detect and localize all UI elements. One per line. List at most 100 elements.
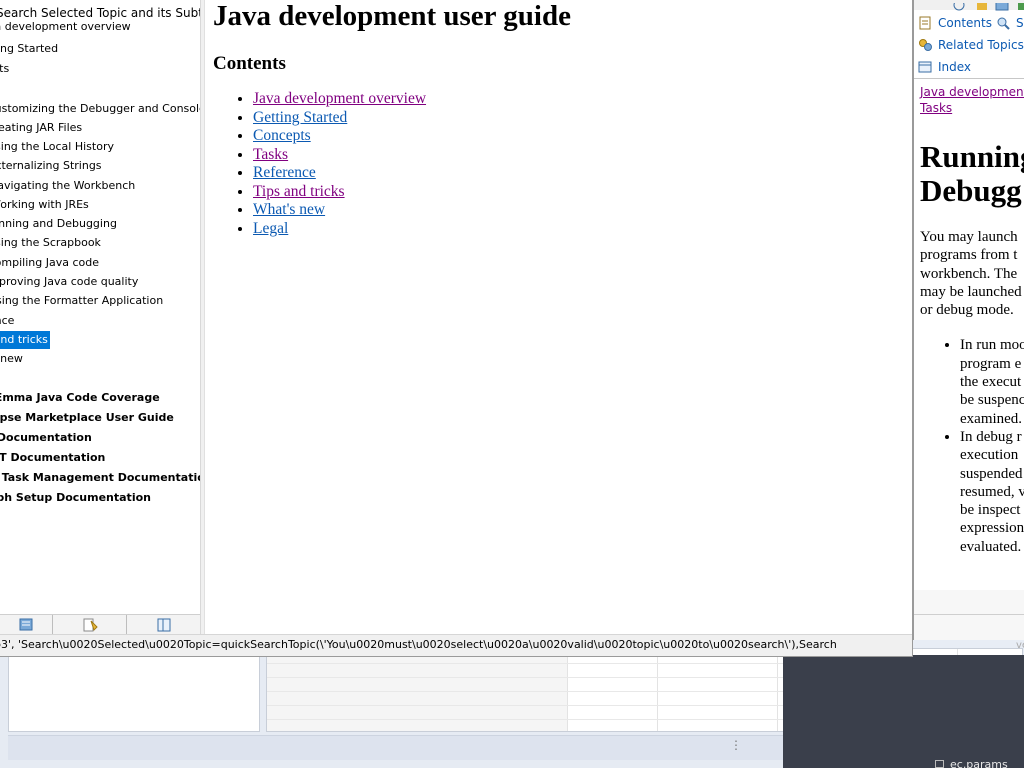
contents-link[interactable]: Reference bbox=[253, 164, 316, 181]
intro-line: programs from t bbox=[920, 247, 1018, 264]
secondary-related-topics-label: Related Topics bbox=[938, 38, 1024, 52]
toc-item[interactable]: Java development overview bbox=[0, 18, 131, 36]
toolbar-icons bbox=[953, 0, 1024, 11]
bullet-line: In run moo bbox=[960, 337, 1024, 354]
page-title: Java development user guide bbox=[213, 0, 571, 32]
toc-item[interactable]: Running and Debugging bbox=[0, 215, 117, 233]
secondary-title-line: Running bbox=[920, 139, 1024, 174]
breadcrumb-link[interactable]: Java development u bbox=[920, 84, 1024, 100]
secondary-title-line: Debugg bbox=[920, 173, 1022, 208]
contents-link[interactable]: Tasks bbox=[253, 146, 288, 163]
toc-item[interactable]: Git Documentation bbox=[0, 429, 92, 447]
secondary-bullet-list: In run mooprogram ethe executbe suspence… bbox=[960, 336, 1024, 556]
toc-item[interactable]: Eclipse Marketplace User Guide bbox=[0, 409, 174, 427]
toc-item[interactable]: What's new bbox=[0, 350, 23, 368]
secondary-toolbar bbox=[914, 0, 1024, 11]
intro-line: You may launch bbox=[920, 229, 1018, 245]
toc-item[interactable]: Getting Started bbox=[0, 40, 58, 58]
background-status-strip bbox=[8, 735, 783, 760]
help-window-secondary: Contents Se Related Topics Index Java de… bbox=[913, 0, 1024, 590]
secondary-page-title: Running Debugg bbox=[920, 140, 1024, 208]
content-pane: Java development user guide Contents Jav… bbox=[205, 0, 912, 634]
toc-item-selected[interactable]: Tips and tricks bbox=[0, 331, 50, 349]
secondary-index-label: Index bbox=[938, 60, 972, 74]
contents-link[interactable]: Tips and tricks bbox=[253, 183, 345, 200]
toc-item[interactable]: Improving Java code quality bbox=[0, 273, 138, 291]
toc-item[interactable]: Reference bbox=[0, 312, 14, 330]
contents-list-item: Tips and tricks bbox=[253, 183, 912, 202]
resize-handle[interactable]: ⋮ bbox=[730, 738, 742, 752]
contents-list-item: Concepts bbox=[253, 127, 912, 146]
contents-link[interactable]: Legal bbox=[253, 220, 288, 237]
contents-link[interactable]: Getting Started bbox=[253, 109, 347, 126]
secondary-lower-pane bbox=[913, 590, 1024, 640]
bullet-line: be suspenc bbox=[960, 392, 1024, 409]
tree-node-icon bbox=[935, 760, 944, 768]
contents-list-item: Getting Started bbox=[253, 109, 912, 128]
secondary-intro-paragraph: You may launch programs from t workbench. … bbox=[920, 228, 1024, 319]
toc-tab-bar bbox=[0, 614, 200, 634]
contents-list-item: What's new bbox=[253, 201, 912, 220]
secondary-divider bbox=[914, 78, 1024, 79]
toc-pane: Search Selected Topic and its Subtopics … bbox=[0, 0, 201, 634]
secondary-content: Java development u Tasks Running Debugg … bbox=[920, 84, 1024, 556]
contents-tab-icon bbox=[19, 618, 33, 631]
toc-item[interactable]: Compiling Java code bbox=[0, 254, 99, 272]
toc-item[interactable]: Concepts bbox=[0, 60, 9, 78]
toc-item[interactable]: Using the Scrapbook bbox=[0, 234, 101, 252]
bullet-line: execution bbox=[960, 447, 1019, 464]
toc-item[interactable]: Mylyn Task Management Documentation bbox=[0, 469, 200, 487]
help-window: Search Selected Topic and its Subtopics … bbox=[0, 0, 913, 657]
contents-link[interactable]: What's new bbox=[253, 201, 325, 218]
index-icon bbox=[918, 60, 932, 74]
toc-item[interactable]: Oomph Setup Documentation bbox=[0, 489, 151, 507]
secondary-search-label: Se bbox=[1015, 16, 1024, 30]
tree-node-label[interactable]: ec.params bbox=[950, 758, 1008, 768]
contents-heading: Contents bbox=[213, 53, 286, 74]
background-left-view bbox=[8, 648, 260, 732]
status-text: b3', 'Search\u0020Selected\u0020Topic=qu… bbox=[0, 638, 837, 651]
contents-list: Java development overview Getting Started… bbox=[253, 90, 912, 238]
toc-item[interactable]: Externalizing Strings bbox=[0, 157, 102, 175]
breadcrumb: Java development u Tasks bbox=[920, 84, 1024, 116]
contents-link[interactable]: Concepts bbox=[253, 127, 311, 144]
bookmarks-tab[interactable] bbox=[53, 615, 127, 634]
intro-line: workbench. The bbox=[920, 265, 1018, 282]
secondary-index-tab[interactable]: Index bbox=[918, 57, 971, 77]
bullet-line: resumed, v bbox=[960, 483, 1024, 500]
bullet-line: evaluated. bbox=[960, 538, 1022, 555]
intro-line: or debug mode. bbox=[920, 302, 1014, 319]
background-dark-view bbox=[783, 655, 1024, 768]
bullet-item: In debug r executionsuspendedresumed, v be… bbox=[960, 428, 1024, 556]
bullet-line: expression bbox=[960, 520, 1024, 537]
contents-list-item: Tasks bbox=[253, 146, 912, 165]
index-tab[interactable] bbox=[127, 615, 200, 634]
index-tab-icon bbox=[157, 618, 171, 631]
contents-tab[interactable] bbox=[0, 615, 53, 634]
toc-item[interactable]: Customizing the Debugger and Console bbox=[0, 100, 200, 118]
contents-link[interactable]: Java development overview bbox=[253, 90, 426, 107]
bullet-line: program e bbox=[960, 355, 1022, 372]
secondary-contents-tab[interactable]: Contents Se bbox=[918, 13, 1024, 33]
toc-item[interactable]: Creating JAR Files bbox=[0, 119, 82, 137]
contents-list-item: Java development overview bbox=[253, 90, 912, 109]
contents-list-item: Legal bbox=[253, 220, 912, 239]
related-topics-icon bbox=[918, 38, 932, 52]
bullet-line: examined. bbox=[960, 410, 1023, 427]
bullet-line: the execut bbox=[960, 374, 1022, 391]
bullet-line: be inspect bbox=[960, 502, 1021, 519]
toc-item[interactable]: JSDT Documentation bbox=[0, 449, 105, 467]
toc-item[interactable]: Navigating the Workbench bbox=[0, 177, 135, 195]
bullet-item: In run mooprogram e the executbe suspence… bbox=[960, 336, 1024, 427]
contents-list-item: Reference bbox=[253, 164, 912, 183]
bookmarks-tab-icon bbox=[83, 618, 98, 631]
contents-icon bbox=[918, 16, 932, 30]
breadcrumb-link[interactable]: Tasks bbox=[920, 100, 1024, 116]
secondary-related-topics-tab[interactable]: Related Topics bbox=[918, 35, 1024, 55]
toc-item[interactable]: Using the Formatter Application bbox=[0, 292, 163, 310]
toc-item[interactable]: EclEmma Java Code Coverage bbox=[0, 389, 160, 407]
search-icon bbox=[996, 16, 1010, 30]
toc-item[interactable]: Working with JREs bbox=[0, 196, 89, 214]
toc-item[interactable]: Using the Local History bbox=[0, 138, 114, 156]
status-bar: b3', 'Search\u0020Selected\u0020Topic=qu… bbox=[0, 634, 912, 656]
